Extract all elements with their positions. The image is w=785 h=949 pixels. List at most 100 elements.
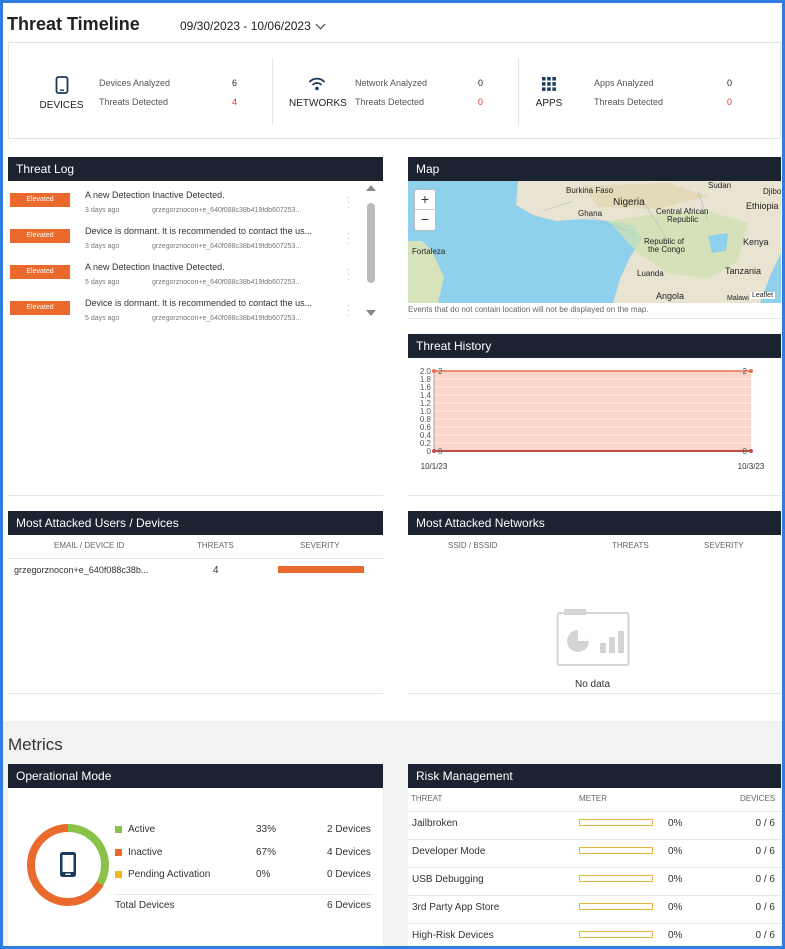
threat-message: A new Detection Inactive Detected. <box>85 262 225 272</box>
map-label: Fortaleza <box>412 247 446 256</box>
more-options-icon[interactable]: · · · <box>347 265 351 285</box>
risk-meter <box>579 847 653 854</box>
scroll-up-icon[interactable] <box>366 185 376 191</box>
page-title: Threat Timeline <box>7 14 140 34</box>
threat-log-row[interactable]: Elevated A new Detection Inactive Detecte… <box>8 261 354 295</box>
risk-devices: 0 / 6 <box>755 930 775 941</box>
map-attribution[interactable]: Leaflet <box>750 292 776 299</box>
threat-message: Device is dormant. It is recommended to … <box>85 226 313 236</box>
threat-device-id: grzegorznocon+e_640f088c38b419fdb607253.… <box>152 243 302 250</box>
wifi-icon <box>308 77 325 91</box>
legend-label: Pending Activation <box>128 869 211 880</box>
risk-devices: 0 / 6 <box>755 846 775 857</box>
threat-device-id: grzegorznocon+e_640f088c38b419fdb607253.… <box>152 315 302 322</box>
threat-timestamp: 3 days ago <box>85 207 120 214</box>
divider <box>115 894 373 895</box>
y-tick-label: 0 <box>427 447 432 456</box>
legend-percent: 0% <box>256 869 271 880</box>
map-label: Djibo <box>763 187 781 196</box>
map-note: Events that do not contain location will… <box>408 305 649 314</box>
scroll-down-icon[interactable] <box>366 310 376 316</box>
legend-swatch <box>115 871 122 878</box>
severity-badge: Elevated <box>10 193 70 207</box>
severity-track <box>278 566 364 573</box>
data-label: 2 <box>438 367 443 376</box>
most-attacked-users-header: Most Attacked Users / Devices <box>8 511 383 535</box>
data-point <box>749 449 753 453</box>
legend-swatch <box>115 848 122 856</box>
divider <box>518 58 519 125</box>
apps-analyzed-value: 0 <box>727 78 733 88</box>
col-header-threats: THREATS <box>197 541 234 550</box>
x-tick-label: 10/3/23 <box>738 462 765 471</box>
metrics-title: Metrics <box>8 735 63 754</box>
col-header-email: EMAIL / DEVICE ID <box>54 541 125 550</box>
legend-swatch <box>115 826 122 833</box>
apps-grid-icon <box>542 77 556 91</box>
zoom-in-button[interactable]: + <box>415 190 435 210</box>
map-header: Map <box>408 157 781 181</box>
scroll-thumb[interactable] <box>367 203 375 283</box>
data-point <box>749 369 753 373</box>
threat-device-id: grzegorznocon+e_640f088c38b419fdb607253.… <box>152 207 302 214</box>
table-row[interactable]: grzegorznocon+e_640f088c38b... 4 <box>8 561 383 581</box>
most-attacked-networks-header: Most Attacked Networks <box>408 511 781 535</box>
threat-log-row[interactable]: Elevated Device is dormant. It is recomme… <box>8 225 354 259</box>
more-options-icon[interactable]: · · · <box>347 301 351 321</box>
threat-log-row[interactable]: Elevated A new Detection Inactive Detecte… <box>8 189 354 223</box>
threat-timestamp: 3 days ago <box>85 243 120 250</box>
risk-row: 3rd Party App Store 0% 0 / 6 <box>408 896 781 924</box>
devices-label: DEVICES <box>39 100 84 111</box>
more-options-icon[interactable]: · · · <box>347 193 351 213</box>
summary-panel: DEVICES Devices Analyzed 6 Threats Detec… <box>8 42 781 139</box>
col-header-devices: DEVICES <box>740 794 776 803</box>
threat-history-chart: 2.01.81.61.41.21.00.80.60.40.202 20 010/1/… <box>420 367 765 471</box>
total-devices-value: 6 Devices <box>327 900 371 911</box>
map-zoom-control: + − <box>414 189 436 231</box>
map-label: Tanzania <box>725 266 762 276</box>
divider <box>8 558 383 559</box>
threat-timestamp: 5 days ago <box>85 279 120 286</box>
chevron-down-icon <box>315 19 326 29</box>
legend-label: Inactive <box>128 846 163 858</box>
data-point <box>432 449 436 453</box>
threat-log-scrollbar[interactable] <box>363 181 379 323</box>
risk-name: USB Debugging <box>412 874 484 885</box>
data-label: 0 <box>438 447 443 456</box>
map-view[interactable]: + − Sudan Djibo Burkina Faso Nigeria Gha… <box>408 181 781 303</box>
apps-label: APPS <box>535 98 563 109</box>
zoom-out-button[interactable]: − <box>415 210 435 230</box>
data-label: 0 <box>743 447 748 456</box>
phone-icon <box>60 852 76 877</box>
apps-analyzed-label: Apps Analyzed <box>594 78 654 88</box>
apps-threats-value: 0 <box>727 97 733 107</box>
divider <box>8 693 383 694</box>
threat-message: A new Detection Inactive Detected. <box>85 190 225 200</box>
divider <box>408 318 781 319</box>
phone-icon <box>55 76 68 94</box>
total-devices-label: Total Devices <box>115 900 175 911</box>
threat-log-row[interactable]: Elevated Device is dormant. It is recomme… <box>8 297 354 331</box>
threat-history-header: Threat History <box>408 334 781 358</box>
risk-name: Developer Mode <box>412 846 486 857</box>
risk-row: Developer Mode 0% 0 / 6 <box>408 840 781 868</box>
apps-threats-label: Threats Detected <box>594 97 664 107</box>
col-header-meter: METER <box>579 794 607 803</box>
threat-device-id: grzegorznocon+e_640f088c38b419fdb607253.… <box>152 279 302 286</box>
risk-devices: 0 / 6 <box>755 902 775 913</box>
date-range-picker[interactable]: 09/30/2023 - 10/06/2023 <box>180 19 326 33</box>
legend-devices: 0 Devices <box>327 869 371 880</box>
risk-meter <box>579 903 653 910</box>
risk-row: High-Risk Devices 0% 0 / 6 <box>408 924 781 946</box>
severity-badge: Elevated <box>10 229 70 243</box>
more-options-icon[interactable]: · · · <box>347 229 351 249</box>
legend-percent: 33% <box>256 824 277 835</box>
networks-threats-value: 0 <box>478 97 484 107</box>
devices-analyzed-label: Devices Analyzed <box>99 78 171 88</box>
networks-summary: NETWORKS <box>289 76 347 109</box>
severity-badge: Elevated <box>10 301 70 315</box>
networks-label: NETWORKS <box>289 98 347 109</box>
col-header-threats: THREATS <box>612 541 649 550</box>
risk-row: USB Debugging 0% 0 / 6 <box>408 868 781 896</box>
divider <box>272 58 273 125</box>
